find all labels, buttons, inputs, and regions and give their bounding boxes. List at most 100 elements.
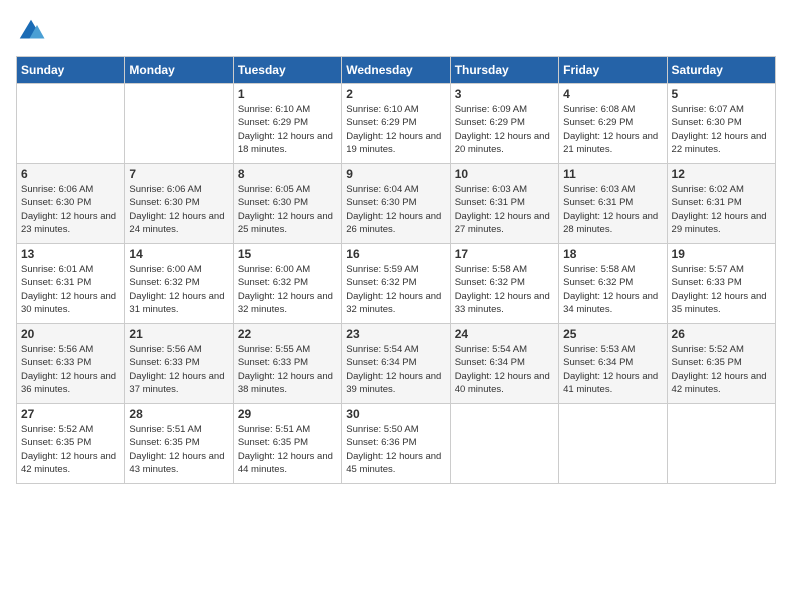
day-number: 15 [238, 247, 337, 261]
day-number: 12 [672, 167, 771, 181]
day-number: 14 [129, 247, 228, 261]
calendar-cell: 30 Sunrise: 5:50 AMSunset: 6:36 PMDayligh… [342, 404, 450, 484]
calendar-cell: 2 Sunrise: 6:10 AMSunset: 6:29 PMDaylight… [342, 84, 450, 164]
logo-icon [16, 16, 46, 46]
day-number: 2 [346, 87, 445, 101]
day-info: Sunrise: 6:10 AMSunset: 6:29 PMDaylight:… [346, 103, 445, 156]
day-info: Sunrise: 6:00 AMSunset: 6:32 PMDaylight:… [238, 263, 337, 316]
page-header [16, 16, 776, 46]
day-info: Sunrise: 5:54 AMSunset: 6:34 PMDaylight:… [346, 343, 445, 396]
day-info: Sunrise: 5:53 AMSunset: 6:34 PMDaylight:… [563, 343, 662, 396]
day-number: 10 [455, 167, 554, 181]
calendar-cell: 22Sunrise: 5:55 AMSunset: 6:33 PMDayligh… [233, 324, 341, 404]
calendar-cell: 7 Sunrise: 6:06 AMSunset: 6:30 PMDaylight… [125, 164, 233, 244]
calendar-body: 1 Sunrise: 6:10 AMSunset: 6:29 PMDaylight… [17, 84, 776, 484]
day-number: 28 [129, 407, 228, 421]
calendar-cell: 20Sunrise: 5:56 AMSunset: 6:33 PMDayligh… [17, 324, 125, 404]
day-info: Sunrise: 6:00 AMSunset: 6:32 PMDaylight:… [129, 263, 228, 316]
calendar-week-row: 1 Sunrise: 6:10 AMSunset: 6:29 PMDaylight… [17, 84, 776, 164]
weekday-header: Sunday [17, 57, 125, 84]
day-info: Sunrise: 5:56 AMSunset: 6:33 PMDaylight:… [21, 343, 120, 396]
calendar-cell: 8Sunrise: 6:05 AMSunset: 6:30 PMDaylight… [233, 164, 341, 244]
day-number: 5 [672, 87, 771, 101]
day-number: 1 [238, 87, 337, 101]
day-number: 4 [563, 87, 662, 101]
day-number: 6 [21, 167, 120, 181]
calendar-cell: 1 Sunrise: 6:10 AMSunset: 6:29 PMDaylight… [233, 84, 341, 164]
calendar-header: SundayMondayTuesdayWednesdayThursdayFrid… [17, 57, 776, 84]
calendar-week-row: 13 Sunrise: 6:01 AMSunset: 6:31 PMDayligh… [17, 244, 776, 324]
day-number: 19 [672, 247, 771, 261]
day-info: Sunrise: 5:51 AMSunset: 6:35 PMDaylight:… [238, 423, 337, 476]
calendar-cell: 27Sunrise: 5:52 AMSunset: 6:35 PMDayligh… [17, 404, 125, 484]
weekday-header: Wednesday [342, 57, 450, 84]
calendar-cell: 19 Sunrise: 5:57 AMSunset: 6:33 PMDayligh… [667, 244, 775, 324]
day-info: Sunrise: 5:58 AMSunset: 6:32 PMDaylight:… [563, 263, 662, 316]
calendar-cell: 18Sunrise: 5:58 AMSunset: 6:32 PMDayligh… [559, 244, 667, 324]
day-info: Sunrise: 6:09 AMSunset: 6:29 PMDaylight:… [455, 103, 554, 156]
day-number: 29 [238, 407, 337, 421]
weekday-header: Friday [559, 57, 667, 84]
calendar-cell: 6 Sunrise: 6:06 AMSunset: 6:30 PMDaylight… [17, 164, 125, 244]
calendar-cell: 24Sunrise: 5:54 AMSunset: 6:34 PMDayligh… [450, 324, 558, 404]
day-info: Sunrise: 6:08 AMSunset: 6:29 PMDaylight:… [563, 103, 662, 156]
day-info: Sunrise: 5:56 AMSunset: 6:33 PMDaylight:… [129, 343, 228, 396]
day-number: 13 [21, 247, 120, 261]
day-info: Sunrise: 5:50 AMSunset: 6:36 PMDaylight:… [346, 423, 445, 476]
calendar-cell: 12 Sunrise: 6:02 AMSunset: 6:31 PMDayligh… [667, 164, 775, 244]
calendar-cell: 28 Sunrise: 5:51 AMSunset: 6:35 PMDayligh… [125, 404, 233, 484]
day-number: 17 [455, 247, 554, 261]
weekday-row: SundayMondayTuesdayWednesdayThursdayFrid… [17, 57, 776, 84]
day-number: 21 [129, 327, 228, 341]
logo [16, 16, 50, 46]
day-info: Sunrise: 6:07 AMSunset: 6:30 PMDaylight:… [672, 103, 771, 156]
calendar-cell: 25 Sunrise: 5:53 AMSunset: 6:34 PMDayligh… [559, 324, 667, 404]
day-info: Sunrise: 6:06 AMSunset: 6:30 PMDaylight:… [129, 183, 228, 236]
day-info: Sunrise: 5:57 AMSunset: 6:33 PMDaylight:… [672, 263, 771, 316]
day-info: Sunrise: 6:06 AMSunset: 6:30 PMDaylight:… [21, 183, 120, 236]
calendar-cell [667, 404, 775, 484]
calendar-cell: 4 Sunrise: 6:08 AMSunset: 6:29 PMDaylight… [559, 84, 667, 164]
day-number: 25 [563, 327, 662, 341]
day-info: Sunrise: 6:03 AMSunset: 6:31 PMDaylight:… [563, 183, 662, 236]
calendar-cell [450, 404, 558, 484]
weekday-header: Tuesday [233, 57, 341, 84]
calendar-cell: 10 Sunrise: 6:03 AMSunset: 6:31 PMDayligh… [450, 164, 558, 244]
calendar-week-row: 6 Sunrise: 6:06 AMSunset: 6:30 PMDaylight… [17, 164, 776, 244]
calendar-cell: 14 Sunrise: 6:00 AMSunset: 6:32 PMDayligh… [125, 244, 233, 324]
day-number: 3 [455, 87, 554, 101]
day-number: 26 [672, 327, 771, 341]
calendar-cell: 15 Sunrise: 6:00 AMSunset: 6:32 PMDayligh… [233, 244, 341, 324]
day-info: Sunrise: 6:10 AMSunset: 6:29 PMDaylight:… [238, 103, 337, 156]
day-info: Sunrise: 5:55 AMSunset: 6:33 PMDaylight:… [238, 343, 337, 396]
day-info: Sunrise: 6:01 AMSunset: 6:31 PMDaylight:… [21, 263, 120, 316]
calendar-cell: 11Sunrise: 6:03 AMSunset: 6:31 PMDayligh… [559, 164, 667, 244]
weekday-header: Saturday [667, 57, 775, 84]
calendar-cell: 16 Sunrise: 5:59 AMSunset: 6:32 PMDayligh… [342, 244, 450, 324]
calendar-cell: 13 Sunrise: 6:01 AMSunset: 6:31 PMDayligh… [17, 244, 125, 324]
day-number: 23 [346, 327, 445, 341]
calendar-week-row: 27Sunrise: 5:52 AMSunset: 6:35 PMDayligh… [17, 404, 776, 484]
calendar-cell [125, 84, 233, 164]
calendar-cell [559, 404, 667, 484]
day-number: 9 [346, 167, 445, 181]
calendar-cell: 29 Sunrise: 5:51 AMSunset: 6:35 PMDayligh… [233, 404, 341, 484]
day-info: Sunrise: 5:58 AMSunset: 6:32 PMDaylight:… [455, 263, 554, 316]
day-info: Sunrise: 6:04 AMSunset: 6:30 PMDaylight:… [346, 183, 445, 236]
calendar-cell: 23 Sunrise: 5:54 AMSunset: 6:34 PMDayligh… [342, 324, 450, 404]
day-info: Sunrise: 6:02 AMSunset: 6:31 PMDaylight:… [672, 183, 771, 236]
day-number: 16 [346, 247, 445, 261]
day-number: 8 [238, 167, 337, 181]
calendar-cell: 3 Sunrise: 6:09 AMSunset: 6:29 PMDaylight… [450, 84, 558, 164]
day-info: Sunrise: 6:03 AMSunset: 6:31 PMDaylight:… [455, 183, 554, 236]
weekday-header: Thursday [450, 57, 558, 84]
calendar-cell: 9 Sunrise: 6:04 AMSunset: 6:30 PMDaylight… [342, 164, 450, 244]
calendar-cell: 21 Sunrise: 5:56 AMSunset: 6:33 PMDayligh… [125, 324, 233, 404]
day-number: 7 [129, 167, 228, 181]
day-info: Sunrise: 5:51 AMSunset: 6:35 PMDaylight:… [129, 423, 228, 476]
weekday-header: Monday [125, 57, 233, 84]
day-info: Sunrise: 5:59 AMSunset: 6:32 PMDaylight:… [346, 263, 445, 316]
calendar-cell: 17 Sunrise: 5:58 AMSunset: 6:32 PMDayligh… [450, 244, 558, 324]
day-number: 30 [346, 407, 445, 421]
calendar-cell: 5 Sunrise: 6:07 AMSunset: 6:30 PMDaylight… [667, 84, 775, 164]
